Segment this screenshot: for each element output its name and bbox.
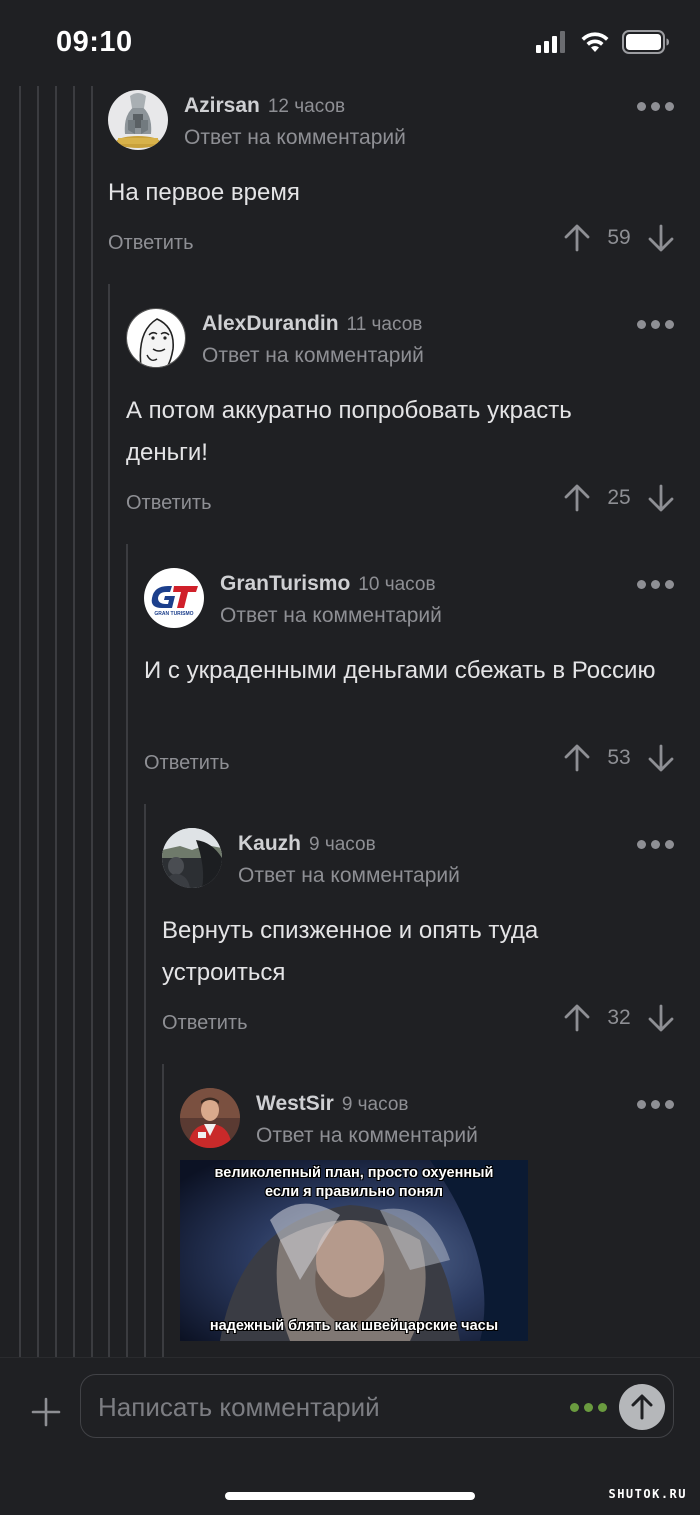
vote-controls: 53 [564,744,674,772]
author-name[interactable]: AlexDurandin 11 часов [202,312,422,336]
upvote-icon[interactable] [564,1004,590,1032]
reply-button[interactable]: Ответить [108,232,194,255]
reply-to-label[interactable]: Ответ на комментарий [256,1124,478,1148]
downvote-icon[interactable] [648,224,674,252]
more-icon[interactable] [637,102,674,111]
comment-time: 12 часов [267,96,346,117]
comment-text: Вернуть спизженное и опять туда устроить… [162,917,539,986]
send-button[interactable] [619,1384,665,1430]
thread-line [91,86,93,1358]
vote-count: 53 [607,746,631,769]
meme-caption-line: великолепный план, просто охуенный [214,1165,494,1181]
author-name[interactable]: Kauzh 9 часов [238,832,376,856]
meme-caption-bottom: надежный блять как швейцарские часы [209,1318,499,1334]
comment-text: А потом аккуратно попробовать украсть де… [126,397,572,466]
reply-button[interactable]: Ответить [144,752,230,775]
status-bar: 09:10 [0,0,700,88]
comment: Azirsan 12 часов Ответ на комментарий На … [108,86,700,276]
thread-line [19,86,21,1358]
watermark: SHUTOK.RU [608,1487,687,1501]
reply-to-label[interactable]: Ответ на комментарий [220,604,442,628]
more-icon[interactable] [637,580,674,589]
downvote-icon[interactable] [648,1004,674,1032]
upvote-icon[interactable] [564,744,590,772]
comment: GRAN TURISMO GranTurismo 10 часов Ответ н… [144,564,700,794]
vote-count: 32 [607,1006,631,1029]
avatar[interactable]: GRAN TURISMO [144,568,204,628]
vote-count: 59 [607,226,631,249]
reply-button[interactable]: Ответить [162,1012,248,1035]
comment-time: 9 часов [341,1094,409,1115]
comment-text: На первое время [108,179,300,206]
status-time: 09:10 [56,26,133,58]
plus-icon[interactable] [30,1396,62,1428]
signal-icon [536,31,565,53]
more-icon[interactable] [637,1100,674,1109]
thread-line [37,86,39,1358]
reply-to-label[interactable]: Ответ на комментарий [238,864,460,888]
vote-controls: 59 [564,224,674,252]
thread-line [144,804,146,1358]
avatar[interactable] [180,1088,240,1148]
reply-button[interactable]: Ответить [126,492,212,515]
meme-image[interactable]: великолепный план, просто охуенный если … [180,1160,528,1341]
more-icon[interactable] [637,840,674,849]
thread-line [108,284,110,1358]
author-name[interactable]: Azirsan 12 часов [184,94,345,118]
downvote-icon[interactable] [648,484,674,512]
author-name[interactable]: WestSir 9 часов [256,1092,409,1116]
avatar[interactable] [162,828,222,888]
reply-to-label[interactable]: Ответ на комментарий [202,344,424,368]
vote-count: 25 [607,486,631,509]
more-icon[interactable] [570,1403,607,1412]
comment-actions: Ответить 25 [126,484,700,524]
comment: Kauzh 9 часов Ответ на комментарий Вернут… [162,824,700,1054]
reply-to-label[interactable]: Ответ на комментарий [184,126,406,150]
comment: AlexDurandin 11 часов Ответ на комментари… [126,304,700,534]
comment: WestSir 9 часов Ответ на комментарий [180,1084,700,1154]
comment-time: 10 часов [358,574,436,595]
comment-actions: Ответить 53 [144,744,700,784]
comment-actions: Ответить 32 [162,1004,700,1044]
wifi-icon [581,32,609,52]
thread-line [162,1064,164,1358]
vote-controls: 32 [564,1004,674,1032]
avatar[interactable] [126,308,186,368]
comment-input[interactable]: Написать комментарий [80,1374,674,1438]
send-icon [631,1394,653,1420]
upvote-icon[interactable] [564,484,590,512]
upvote-icon[interactable] [564,224,590,252]
meme-caption-top: великолепный план, просто охуенный если … [180,1164,528,1202]
avatar[interactable] [108,90,168,150]
comment-time: 9 часов [309,834,376,855]
thread-line [73,86,75,1358]
battery-icon [622,30,669,54]
status-icons [536,30,670,54]
thread-line [55,86,57,1358]
avatar-logo-text: GRAN TURISMO [154,611,193,617]
author-name[interactable]: GranTurismo 10 часов [220,572,436,596]
comment-input-placeholder: Написать комментарий [98,1392,380,1422]
meme-caption-line: если я правильно понял [265,1184,443,1200]
downvote-icon[interactable] [648,744,674,772]
comment-text: И с украденными деньгами сбежать в Росси… [144,657,656,684]
comment-time: 11 часов [346,314,423,335]
more-icon[interactable] [637,320,674,329]
comment-actions: Ответить 59 [108,224,700,264]
vote-controls: 25 [564,484,674,512]
home-indicator[interactable] [225,1492,475,1500]
thread-line [126,544,128,1358]
